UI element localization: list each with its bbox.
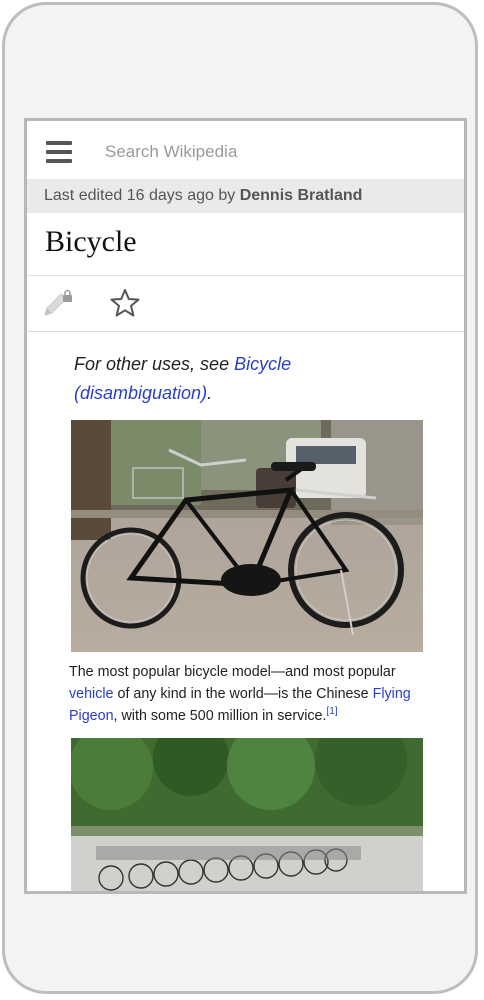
phone-frame: Last edited 16 days ago by Dennis Bratla… bbox=[2, 2, 478, 994]
reference-link[interactable]: [1] bbox=[326, 706, 337, 717]
vehicle-link[interactable]: vehicle bbox=[69, 686, 114, 702]
hatnote-text: For other uses, see bbox=[74, 354, 235, 374]
last-edited-author[interactable]: Dennis Bratland bbox=[240, 187, 363, 204]
browser-screen: Last edited 16 days ago by Dennis Bratla… bbox=[24, 118, 467, 894]
top-bar bbox=[27, 121, 464, 179]
star-icon[interactable] bbox=[109, 288, 141, 318]
last-edited-text: Last edited 16 days ago by bbox=[44, 187, 240, 204]
bicycle-photo[interactable] bbox=[71, 420, 423, 652]
image-caption: The most popular bicycle model—and most … bbox=[69, 664, 411, 724]
page-actions bbox=[27, 276, 464, 331]
pencil-lock-icon bbox=[44, 289, 72, 316]
last-edited-bar[interactable]: Last edited 16 days ago by Dennis Bratla… bbox=[27, 179, 464, 213]
parked-bicycles-photo[interactable] bbox=[71, 738, 423, 894]
hatnote: For other uses, see Bicycle (disambiguat… bbox=[74, 354, 292, 403]
page-title: Bicycle bbox=[45, 225, 137, 258]
hamburger-menu-icon[interactable] bbox=[46, 141, 74, 163]
search-input[interactable] bbox=[103, 138, 437, 166]
divider bbox=[27, 331, 464, 332]
